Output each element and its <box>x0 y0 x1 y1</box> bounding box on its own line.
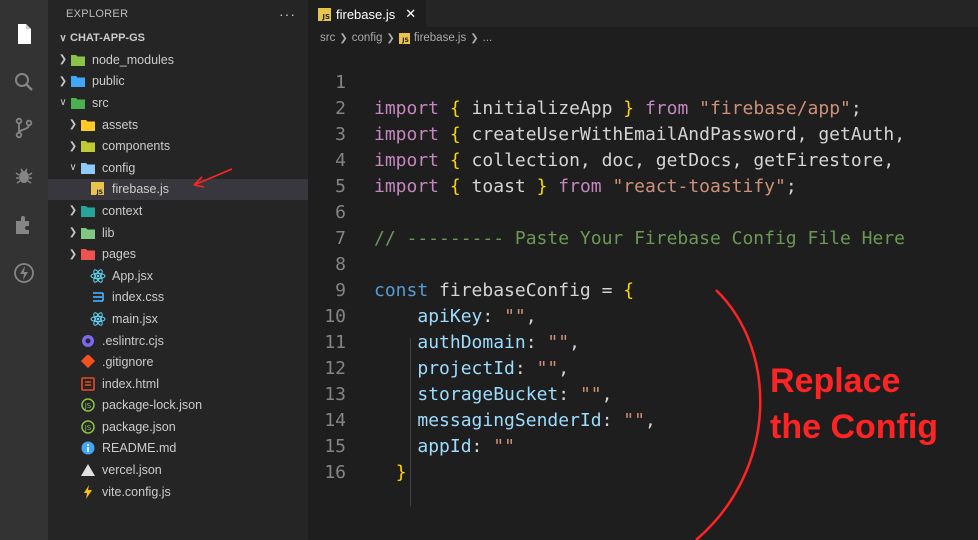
activity-bar <box>0 0 48 540</box>
css-file-icon <box>90 290 106 304</box>
folder-file-icon <box>80 139 96 153</box>
eslint-file-icon <box>80 334 96 348</box>
folder-file-icon <box>80 247 96 261</box>
file-item-app-jsx[interactable]: App.jsx <box>48 265 308 287</box>
extensions-icon[interactable] <box>12 213 36 237</box>
annotation-text-2: the Config <box>770 408 939 446</box>
folder-item-config[interactable]: ∨ config <box>48 157 308 179</box>
file-item-vite-config-js[interactable]: vite.config.js <box>48 481 308 503</box>
chevron-right-icon: ❯ <box>58 75 68 87</box>
tree-item-label: main.jsx <box>112 311 158 326</box>
thunder-icon[interactable] <box>12 261 36 285</box>
file-item-eslintrc-cjs[interactable]: .eslintrc.cjs <box>48 330 308 352</box>
workspace-root-label: CHAT-APP-GS <box>70 32 145 44</box>
explorer-sidebar: EXPLORER ··· ∨ CHAT-APP-GS ❯ node_modules… <box>48 0 308 540</box>
file-item-vercel-json[interactable]: vercel.json <box>48 459 308 481</box>
tree-item-label: node_modules <box>92 52 175 67</box>
editor-area: JS firebase.js ✕ src ❯ config ❯ JS fireb… <box>308 0 978 540</box>
folder-item-public[interactable]: ❯ public <box>48 71 308 93</box>
folder-item-lib[interactable]: ❯ lib <box>48 222 308 244</box>
tree-item-label: index.css <box>112 290 165 305</box>
explorer-header: EXPLORER ··· <box>48 0 308 27</box>
explorer-title: EXPLORER <box>66 7 129 20</box>
chevron-right-icon: ❯ <box>58 54 68 66</box>
chevron-right-icon: ❯ <box>68 205 78 217</box>
tree-item-label: vercel.json <box>102 463 162 478</box>
file-item-package-lock-json[interactable]: JS package-lock.json <box>48 395 308 417</box>
file-item-gitignore[interactable]: .gitignore <box>48 351 308 373</box>
tree-item-label: package.json <box>102 419 176 434</box>
folder-item-pages[interactable]: ❯ pages <box>48 243 308 265</box>
file-item-readme-md[interactable]: README.md <box>48 438 308 460</box>
tree-item-label: context <box>102 203 143 218</box>
git-file-icon <box>80 355 96 369</box>
svg-text:JS: JS <box>84 402 92 410</box>
npm-file-icon: JS <box>80 398 96 413</box>
tree-item-label: vite.config.js <box>102 484 171 499</box>
folder-file-icon <box>70 74 86 88</box>
tree-item-label: firebase.js <box>112 182 169 197</box>
folder-file-icon <box>80 161 96 175</box>
tree-item-label: components <box>102 139 171 154</box>
chevron-right-icon: ❯ <box>68 140 78 152</box>
tree-item-label: public <box>92 74 125 89</box>
html-file-icon <box>80 376 96 391</box>
folder-file-icon <box>70 53 86 67</box>
tree-item-label: .eslintrc.cjs <box>102 333 164 348</box>
folder-item-assets[interactable]: ❯ assets <box>48 114 308 136</box>
tree-item-label: pages <box>102 247 137 262</box>
chevron-right-icon: ❯ <box>68 248 78 260</box>
tree-item-label: lib <box>102 225 115 240</box>
folder-item-node-modules[interactable]: ❯ node_modules <box>48 49 308 71</box>
file-item-main-jsx[interactable]: main.jsx <box>48 308 308 330</box>
svg-text:JS: JS <box>95 189 103 196</box>
npm-file-icon: JS <box>80 420 96 434</box>
annotation-text-1: Replace <box>770 362 901 400</box>
svg-text:JS: JS <box>84 424 92 432</box>
tree-item-label: src <box>92 95 109 110</box>
chevron-down-icon: ∨ <box>59 32 67 44</box>
react-file-icon <box>90 312 106 326</box>
folder-file-icon <box>80 204 96 218</box>
files-icon[interactable] <box>12 22 36 46</box>
folder-file-icon <box>80 118 96 132</box>
file-tree: ❯ node_modules ❯ public ∨ src ❯ assets ❯ componen… <box>48 49 308 502</box>
vercel-file-icon <box>80 463 96 477</box>
folder-file-icon <box>80 226 96 240</box>
folder-item-src[interactable]: ∨ src <box>48 92 308 114</box>
file-item-package-json[interactable]: JS package.json <box>48 416 308 438</box>
js-file-icon: JS <box>90 182 106 196</box>
tree-item-label: package-lock.json <box>102 398 203 413</box>
source-control-icon[interactable] <box>12 116 36 140</box>
workspace-root[interactable]: ∨ CHAT-APP-GS <box>48 27 308 49</box>
tree-item-label: assets <box>102 117 139 132</box>
file-item-index-html[interactable]: index.html <box>48 373 308 395</box>
react-file-icon <box>90 269 106 283</box>
chevron-down-icon: ∨ <box>59 97 67 109</box>
file-item-firebase-js[interactable]: JS firebase.js <box>48 178 308 201</box>
tree-item-label: .gitignore <box>102 355 154 370</box>
tree-item-label: config <box>102 160 136 175</box>
more-actions-button[interactable]: ··· <box>279 6 296 22</box>
tree-item-label: App.jsx <box>112 268 153 283</box>
file-item-index-css[interactable]: index.css <box>48 287 308 309</box>
chevron-right-icon: ❯ <box>68 227 78 239</box>
info-file-icon <box>80 441 96 455</box>
vite-file-icon <box>80 484 96 499</box>
annotation-bracket <box>695 289 762 540</box>
tree-item-label: README.md <box>102 441 177 456</box>
tree-item-label: index.html <box>102 376 159 391</box>
folder-file-icon <box>70 96 86 110</box>
folder-item-context[interactable]: ❯ context <box>48 200 308 222</box>
chevron-right-icon: ❯ <box>68 119 78 131</box>
chevron-down-icon: ∨ <box>69 162 77 174</box>
debug-icon[interactable] <box>12 164 36 188</box>
arrow-annotation <box>193 168 233 188</box>
folder-item-components[interactable]: ❯ components <box>48 135 308 157</box>
search-icon[interactable] <box>12 70 36 94</box>
